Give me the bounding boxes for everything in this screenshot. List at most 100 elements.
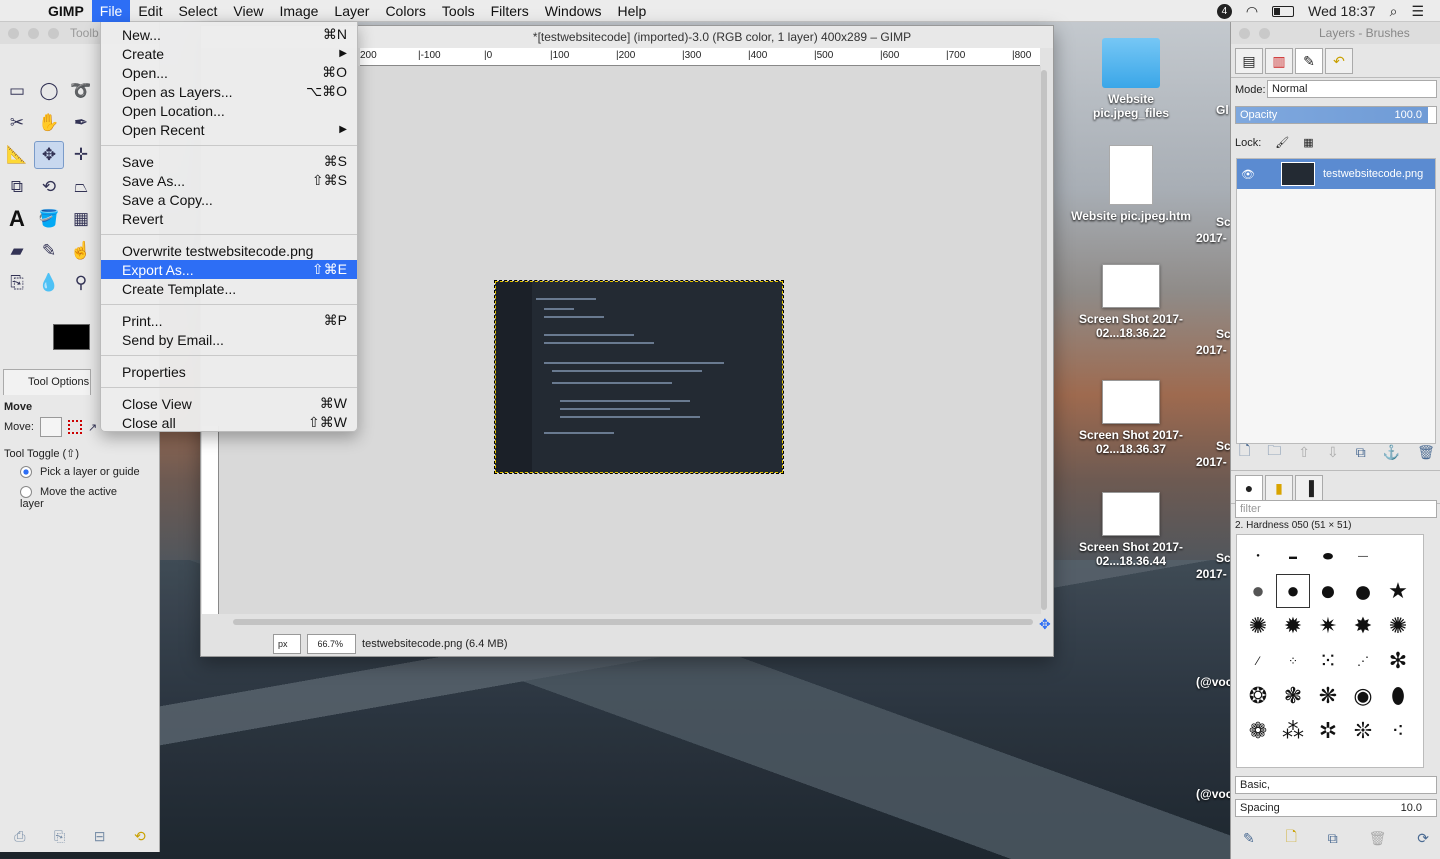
- menu-image[interactable]: Image: [271, 0, 326, 22]
- menu-item-close-all[interactable]: Close all ⇧⌘W: [101, 413, 357, 432]
- crop-icon[interactable]: ⧉: [2, 173, 32, 201]
- menu-item-open-as-layers[interactable]: Open as Layers... ⌥⌘O: [101, 82, 357, 101]
- menu-select[interactable]: Select: [170, 0, 225, 22]
- brush-swatch[interactable]: ❁: [1241, 714, 1275, 748]
- tab-brushes[interactable]: ●: [1235, 475, 1263, 501]
- bucket-fill-icon[interactable]: 🪣: [34, 205, 64, 233]
- restore-options-icon[interactable]: ⎘: [54, 828, 65, 845]
- tab-paths[interactable]: ✎: [1295, 48, 1323, 74]
- menu-file[interactable]: File: [91, 0, 131, 22]
- brush-preset-select[interactable]: Basic,: [1235, 776, 1437, 794]
- menu-windows[interactable]: Windows: [537, 0, 610, 22]
- radio-move-active[interactable]: Move the active layer: [0, 480, 160, 516]
- brush-swatch[interactable]: ●: [1346, 573, 1380, 609]
- vertical-ruler[interactable]: [202, 426, 219, 614]
- visibility-eye-icon[interactable]: 👁: [1241, 168, 1255, 181]
- menu-item-print[interactable]: Print... ⌘P: [101, 311, 357, 330]
- close-window-icon[interactable]: [8, 28, 19, 39]
- brush-swatch[interactable]: ⁘: [1276, 644, 1310, 678]
- menu-item-save[interactable]: Save ⌘S: [101, 152, 357, 171]
- spotlight-search-icon[interactable]: ⌕: [1390, 3, 1398, 20]
- lock-pixels-icon[interactable]: 🖌: [1275, 136, 1289, 149]
- move-layer-mode-icon[interactable]: [39, 417, 62, 437]
- brush-swatch[interactable]: ▬: [1276, 539, 1310, 573]
- lock-alpha-icon[interactable]: ▦: [1303, 136, 1313, 149]
- menu-edit[interactable]: Edit: [130, 0, 170, 22]
- brush-swatch[interactable]: ⁄: [1241, 644, 1275, 678]
- free-select-icon[interactable]: ➰: [66, 77, 96, 105]
- rotate-icon[interactable]: ⟲: [34, 173, 64, 201]
- brush-swatch[interactable]: ❃: [1276, 679, 1310, 713]
- new-brush-icon[interactable]: 🗋: [1286, 826, 1297, 850]
- menu-item-close-view[interactable]: Close View ⌘W: [101, 394, 357, 413]
- clock[interactable]: Wed 18:37: [1308, 3, 1375, 19]
- brush-swatch[interactable]: ✺: [1381, 609, 1415, 643]
- notification-badge-icon[interactable]: 4: [1216, 3, 1232, 19]
- brush-filter-input[interactable]: filter: [1235, 500, 1437, 518]
- new-layer-group-icon[interactable]: 🗀: [1267, 440, 1281, 464]
- tab-channels[interactable]: ▥: [1265, 48, 1293, 74]
- brush-swatch[interactable]: —: [1346, 539, 1380, 573]
- opacity-slider[interactable]: Opacity 100.0: [1235, 106, 1437, 124]
- layer-name[interactable]: testwebsitecode.png: [1323, 168, 1423, 180]
- scissors-icon[interactable]: ✂: [2, 109, 32, 137]
- rect-select-icon[interactable]: ▭: [2, 77, 32, 105]
- raise-layer-icon[interactable]: ⇧: [1298, 444, 1310, 461]
- brush-swatch[interactable]: ⋰: [1346, 644, 1380, 678]
- mode-select[interactable]: Normal: [1267, 80, 1437, 98]
- menu-item-create[interactable]: Create ▶: [101, 44, 357, 63]
- menu-view[interactable]: View: [225, 0, 271, 22]
- brush-swatch[interactable]: ⬮: [1381, 679, 1415, 713]
- color-picker-icon[interactable]: ✎: [34, 237, 64, 265]
- foreground-color-swatch[interactable]: [53, 324, 90, 350]
- menu-filters[interactable]: Filters: [483, 0, 537, 22]
- menu-item-revert[interactable]: Revert: [101, 209, 357, 228]
- brush-swatch[interactable]: ●: [1241, 574, 1275, 608]
- close-window-icon[interactable]: [1239, 28, 1250, 39]
- menu-item-save-as[interactable]: Save As... ⇧⌘S: [101, 171, 357, 190]
- unit-selector[interactable]: px: [273, 634, 301, 654]
- menu-item-new[interactable]: New... ⌘N: [101, 25, 357, 44]
- zoom-selector[interactable]: 66.7%: [306, 634, 357, 654]
- tab-patterns[interactable]: ▮: [1265, 475, 1293, 501]
- delete-layer-icon[interactable]: 🗑: [1417, 444, 1435, 461]
- dodge-icon[interactable]: ⚲: [66, 269, 96, 297]
- desktop-icon-screenshot[interactable]: Screen Shot 2017-02...18.36.44: [1071, 492, 1191, 568]
- desktop-icon-htm[interactable]: Website pic.jpeg.htm: [1071, 145, 1191, 223]
- brush-swatch[interactable]: ✻: [1381, 644, 1415, 678]
- menu-layer[interactable]: Layer: [326, 0, 377, 22]
- radio-pick-layer[interactable]: Pick a layer or guide: [0, 464, 160, 480]
- blur-icon[interactable]: 💧: [34, 269, 64, 297]
- menu-help[interactable]: Help: [610, 0, 655, 22]
- menu-item-overwrite[interactable]: Overwrite testwebsitecode.png: [101, 241, 357, 260]
- navigate-icon[interactable]: ✥: [1039, 616, 1051, 633]
- menu-item-save-copy[interactable]: Save a Copy...: [101, 190, 357, 209]
- menu-colors[interactable]: Colors: [377, 0, 433, 22]
- desktop-icon-folder[interactable]: Website pic.jpeg_files: [1071, 38, 1191, 120]
- image-canvas[interactable]: [494, 280, 784, 474]
- zoom-window-icon[interactable]: [48, 28, 59, 39]
- align-icon[interactable]: ✛: [66, 141, 96, 169]
- move-path-mode-icon[interactable]: ↗: [88, 421, 97, 434]
- brush-swatch[interactable]: ✸: [1346, 609, 1380, 643]
- move-tool-icon[interactable]: ✥: [34, 141, 64, 169]
- smudge-icon[interactable]: ☝: [66, 237, 96, 265]
- reset-options-icon[interactable]: ⟲: [134, 828, 146, 845]
- brush-swatch[interactable]: ⁙: [1311, 644, 1345, 678]
- duplicate-layer-icon[interactable]: ⧉: [1356, 444, 1366, 461]
- menu-item-properties[interactable]: Properties: [101, 362, 357, 381]
- brush-swatch[interactable]: ❂: [1241, 679, 1275, 713]
- wifi-icon[interactable]: ◠: [1246, 3, 1258, 20]
- battery-icon[interactable]: [1272, 5, 1295, 17]
- brush-swatch[interactable]: ●: [1241, 539, 1275, 573]
- menu-item-send-email[interactable]: Send by Email...: [101, 330, 357, 349]
- clone-icon[interactable]: ⎘: [2, 269, 32, 297]
- menu-item-export-as[interactable]: Export As... ⇧⌘E: [101, 260, 357, 279]
- brush-swatch[interactable]: [1381, 539, 1415, 573]
- brush-swatch[interactable]: ✲: [1311, 714, 1345, 748]
- tab-tool-options[interactable]: Tool Options: [3, 369, 91, 395]
- brush-swatch[interactable]: ✹: [1276, 609, 1310, 643]
- brush-swatch[interactable]: ✺: [1241, 609, 1275, 643]
- save-options-icon[interactable]: ⎙: [14, 828, 25, 845]
- tab-gradients[interactable]: ▐: [1295, 475, 1323, 501]
